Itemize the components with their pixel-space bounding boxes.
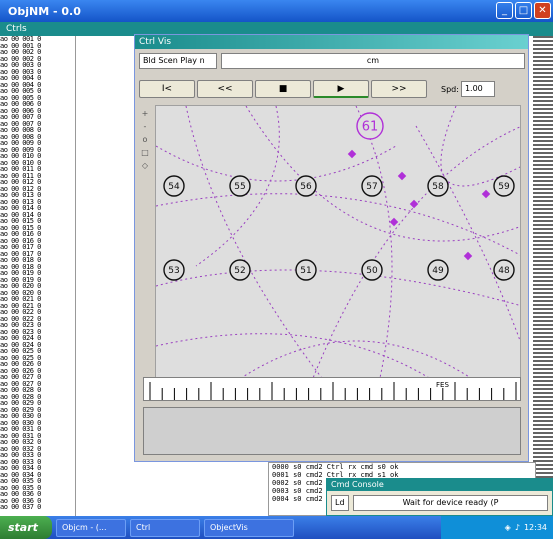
message-log-line: 0000 s0 cmd2 Ctrl rx cmd s0 ok — [272, 463, 399, 471]
timeline-marker-label: FES — [436, 381, 449, 389]
transport-controls: I< << ■ ▶ >> Spd: 1.00 — [139, 79, 525, 99]
diamond-tool-icon[interactable]: ◇ — [139, 161, 151, 170]
minimize-button[interactable]: _ — [496, 2, 513, 19]
stop-button[interactable]: ■ — [255, 80, 311, 98]
zoom-in-icon[interactable]: + — [139, 109, 151, 118]
node-label: 58 — [432, 182, 444, 192]
network-node[interactable]: 48 — [493, 259, 515, 281]
node-label: 52 — [234, 266, 245, 276]
system-tray: ◈ ♪ 12:34 — [441, 516, 553, 539]
details-panel — [143, 407, 521, 455]
packet-marker — [397, 171, 407, 181]
link-path — [415, 125, 520, 343]
outer-window-title: ObjNM - 0.0 — [8, 4, 81, 18]
outer-window-titlebar: ObjNM - 0.0 — [0, 0, 553, 22]
network-node[interactable]: 58 — [427, 175, 449, 197]
network-node[interactable]: 55 — [229, 175, 251, 197]
node-label: 55 — [234, 182, 245, 192]
play-button[interactable]: ▶ — [313, 80, 369, 98]
zoom-out-icon[interactable]: - — [139, 122, 151, 131]
fast-forward-button[interactable]: >> — [371, 80, 427, 98]
packet-marker — [481, 189, 491, 199]
select-tool-icon[interactable]: o — [139, 135, 151, 144]
network-node[interactable]: 59 — [493, 175, 515, 197]
link-path — [306, 126, 520, 394]
network-icon: ◈ — [504, 523, 511, 532]
node-label: 48 — [498, 266, 510, 276]
network-node[interactable]: 50 — [361, 259, 383, 281]
box-tool-icon[interactable]: □ — [139, 148, 151, 157]
scenario-label: Bld Scen Play n — [139, 53, 217, 69]
background-window-edge — [533, 36, 553, 516]
dialog-title: Cmd Console — [327, 479, 552, 491]
network-canvas[interactable]: 54 55 56 57 58 59 53 52 51 50 49 48 61 — [155, 105, 521, 395]
log-line: ao 00 037 0 — [0, 503, 41, 511]
link-path — [156, 145, 397, 182]
node-label: 51 — [300, 266, 311, 276]
packet-marker — [463, 251, 473, 261]
network-node[interactable]: 57 — [361, 175, 383, 197]
maximize-button[interactable]: □ — [515, 2, 532, 19]
scenario-dropdown[interactable]: cm — [221, 53, 525, 69]
network-node[interactable]: 56 — [295, 175, 317, 197]
visualizer-window: Ctrl Vis Bld Scen Play n cm I< << ■ ▶ >>… — [134, 34, 529, 462]
link-path — [156, 269, 520, 306]
taskbar-item-ctrl[interactable]: Ctrl — [130, 518, 200, 537]
clock: 12:34 — [523, 523, 547, 532]
network-graph: 54 55 56 57 58 59 53 52 51 50 49 48 61 — [156, 106, 520, 394]
dialog-command-input[interactable]: Wait for device ready (P — [353, 495, 548, 511]
node-label: 57 — [366, 182, 377, 192]
step-back-button[interactable]: << — [197, 80, 253, 98]
visualizer-titlebar: Ctrl Vis — [135, 35, 528, 49]
start-button[interactable]: start — [0, 516, 52, 539]
node-label: 49 — [432, 266, 444, 276]
speed-input[interactable]: 1.00 — [460, 81, 495, 97]
volume-icon: ♪ — [514, 523, 520, 532]
network-node[interactable]: 51 — [295, 259, 317, 281]
node-label: 50 — [366, 266, 378, 276]
taskbar: start Objcm - (... Ctrl ObjectVis ◈ ♪ 12… — [0, 516, 553, 539]
node-label: 56 — [300, 182, 312, 192]
command-console-dialog: Cmd Console Ld Wait for device ready (P — [326, 478, 553, 516]
dialog-field-label: Ld — [331, 495, 349, 511]
taskbar-item-objcm[interactable]: Objcm - (... — [56, 518, 126, 537]
packet-marker — [409, 199, 419, 209]
link-path — [156, 193, 520, 256]
link-path — [440, 106, 520, 187]
close-button[interactable]: ✕ — [534, 2, 551, 19]
taskbar-item-objectvis[interactable]: ObjectVis — [204, 518, 294, 537]
node-label: 53 — [168, 266, 179, 276]
packet-marker — [347, 149, 357, 159]
node-label: 59 — [498, 182, 510, 192]
link-path — [185, 106, 336, 394]
network-node-highlighted[interactable]: 61 — [356, 112, 384, 140]
node-label: 54 — [168, 182, 180, 192]
outer-log-list: ao 00 001 0 ao 00 001 0 ao 00 002 0 ao 00 0… — [0, 36, 76, 516]
node-label: 61 — [362, 120, 379, 135]
canvas-tool-strip: + - o □ ◇ — [139, 105, 151, 275]
speed-label: Spd: — [441, 84, 459, 94]
timeline-ruler[interactable]: FES — [143, 377, 521, 401]
network-node[interactable]: 49 — [427, 259, 449, 281]
network-node[interactable]: 53 — [163, 259, 185, 281]
rewind-start-button[interactable]: I< — [139, 80, 195, 98]
network-node[interactable]: 54 — [163, 175, 185, 197]
scenario-toolbar: Bld Scen Play n cm — [139, 53, 525, 71]
network-node[interactable]: 52 — [229, 259, 251, 281]
packet-marker — [389, 217, 399, 227]
